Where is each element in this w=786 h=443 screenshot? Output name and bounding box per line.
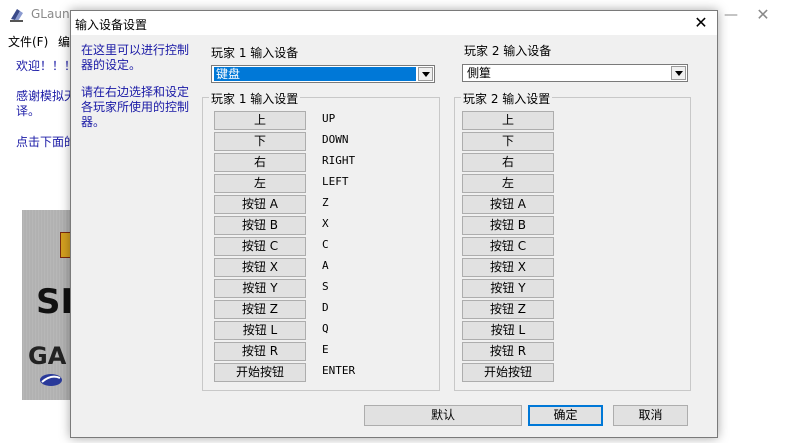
player1-key-value: ENTER xyxy=(322,364,356,377)
main-close-icon[interactable]: ✕ xyxy=(750,2,776,28)
player1-settings-label: 玩家 1 输入设置 xyxy=(209,90,301,107)
player2-key-button[interactable]: 开始按钮 xyxy=(462,363,554,382)
player1-key-value: X xyxy=(322,217,329,230)
player1-key-value: RIGHT xyxy=(322,154,356,167)
player1-key-value: C xyxy=(322,238,329,251)
player2-device-label: 玩家 2 输入设备 xyxy=(464,44,552,58)
player1-settings-group: 玩家 1 输入设置 上 UP 下 DOWN 右 RIGHT 左 LEFT 按钮 A Z 按钮 B X 按… xyxy=(202,90,440,391)
player1-key-value: A xyxy=(322,259,329,272)
player1-key-button[interactable]: 按钮 C xyxy=(214,237,306,256)
player1-key-button[interactable]: 按钮 Y xyxy=(214,279,306,298)
player1-device-value: 键盘 xyxy=(214,67,416,81)
player2-key-button[interactable]: 右 xyxy=(462,153,554,172)
player2-key-button[interactable]: 按钮 L xyxy=(462,321,554,340)
player1-key-value: LEFT xyxy=(322,175,349,188)
dialog-close-icon[interactable]: ✕ xyxy=(689,12,713,34)
chevron-down-icon[interactable] xyxy=(418,67,433,81)
player1-key-button[interactable]: 右 xyxy=(214,153,306,172)
dialog-title: 输入设备设置 xyxy=(75,18,148,32)
app-icon xyxy=(8,6,26,24)
welcome-text: 欢迎！！！ xyxy=(16,59,77,73)
player1-key-value: E xyxy=(322,343,329,356)
player1-key-button[interactable]: 按钮 Z xyxy=(214,300,306,319)
menu-file[interactable]: 文件(F) xyxy=(8,33,48,50)
player1-key-value: Q xyxy=(322,322,329,335)
console-logo-image: SE GA xyxy=(22,210,70,400)
default-button[interactable]: 默认 xyxy=(364,405,522,426)
thanks-text-cont: 译。 xyxy=(16,104,41,118)
player2-device-select[interactable]: 側篂 xyxy=(462,64,688,82)
player2-key-button[interactable]: 左 xyxy=(462,174,554,193)
player2-settings-label: 玩家 2 输入设置 xyxy=(461,90,553,107)
chevron-down-icon[interactable] xyxy=(671,66,686,80)
player1-key-button[interactable]: 按钮 A xyxy=(214,195,306,214)
player1-key-value: DOWN xyxy=(322,133,349,146)
player2-key-button[interactable]: 按钮 C xyxy=(462,237,554,256)
player2-key-button[interactable]: 下 xyxy=(462,132,554,151)
player1-key-button[interactable]: 按钮 X xyxy=(214,258,306,277)
player1-key-value: UP xyxy=(322,112,336,125)
swirl-logo-icon xyxy=(40,374,62,386)
player1-key-value: D xyxy=(322,301,329,314)
player1-key-button[interactable]: 按钮 B xyxy=(214,216,306,235)
click-below-text: 点击下面的 xyxy=(16,135,77,149)
player1-key-value: Z xyxy=(322,196,329,209)
minimize-icon[interactable]: — xyxy=(718,2,744,28)
cancel-button[interactable]: 取消 xyxy=(613,405,688,426)
player2-key-button[interactable]: 上 xyxy=(462,111,554,130)
player2-device-value: 側篂 xyxy=(467,66,492,80)
logo-letters-ga: GA xyxy=(28,342,67,370)
dialog-title-bar: 输入设备设置 ✕ xyxy=(71,11,717,35)
player1-key-button[interactable]: 上 xyxy=(214,111,306,130)
logo-letters-se: SE xyxy=(36,282,70,322)
player1-key-button[interactable]: 开始按钮 xyxy=(214,363,306,382)
player1-device-select[interactable]: 键盘 xyxy=(211,65,435,83)
player1-key-button[interactable]: 按钮 L xyxy=(214,321,306,340)
player1-key-button[interactable]: 按钮 R xyxy=(214,342,306,361)
hint-top: 在这里可以进行控制器的设定。 xyxy=(81,43,190,72)
hint-bottom: 请在右边选择和设定各玩家所使用的控制器。 xyxy=(81,85,190,129)
player2-key-button[interactable]: 按钮 X xyxy=(462,258,554,277)
player1-key-button[interactable]: 左 xyxy=(214,174,306,193)
player2-key-button[interactable]: 按钮 Y xyxy=(462,279,554,298)
player2-key-button[interactable]: 按钮 B xyxy=(462,216,554,235)
menu-edit[interactable]: 编 xyxy=(58,33,70,50)
input-settings-dialog: 输入设备设置 ✕ 在这里可以进行控制器的设定。 请在右边选择和设定各玩家所使用的… xyxy=(70,10,718,438)
player2-key-button[interactable]: 按钮 R xyxy=(462,342,554,361)
player1-key-value: S xyxy=(322,280,329,293)
player2-key-button[interactable]: 按钮 A xyxy=(462,195,554,214)
player2-key-button[interactable]: 按钮 Z xyxy=(462,300,554,319)
ok-button[interactable]: 确定 xyxy=(528,405,603,426)
player1-device-label: 玩家 1 输入设备 xyxy=(211,46,299,60)
player1-key-button[interactable]: 下 xyxy=(214,132,306,151)
player2-settings-group: 玩家 2 输入设置 上下右左按钮 A 按钮 B 按钮 C 按钮 X 按钮 Y 按钮 Z 按钮… xyxy=(454,90,691,391)
